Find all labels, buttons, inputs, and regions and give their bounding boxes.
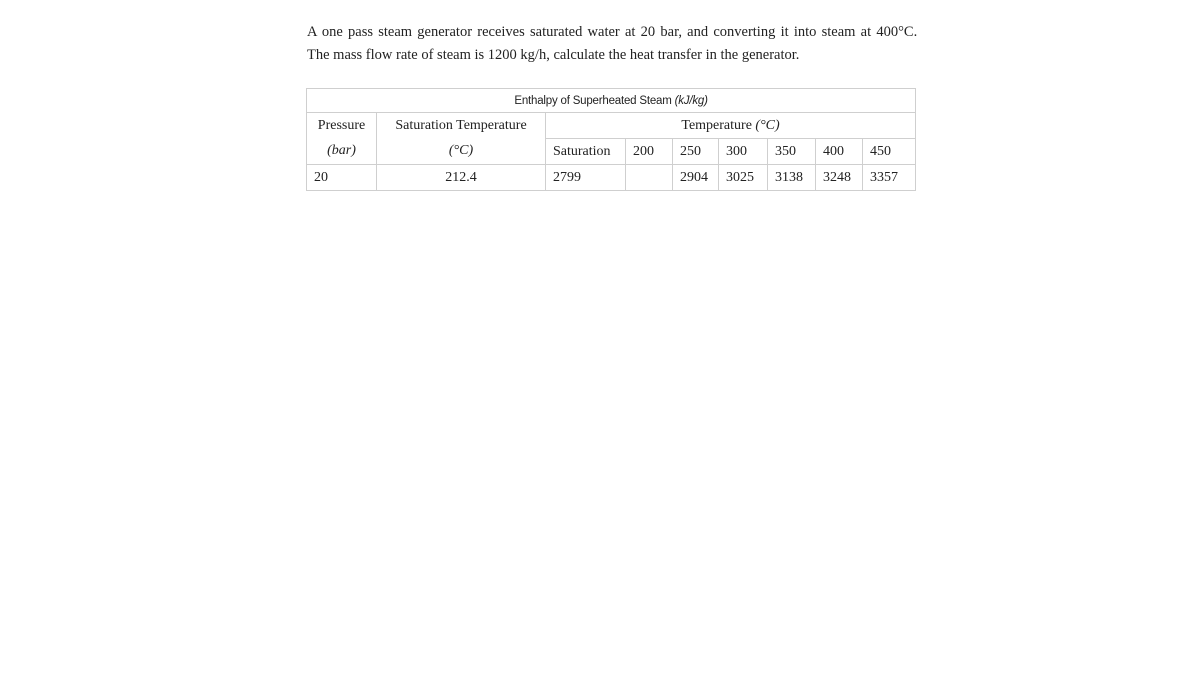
header-row-2: (bar) (°C) Saturation 200 250 300 350 40… bbox=[306, 138, 917, 165]
problem-line-1: A one pass steam generator receives satu… bbox=[307, 24, 918, 40]
header-temperature-group: Temperature (°C) bbox=[544, 112, 917, 139]
header-saturation-temperature: Saturation Temperature bbox=[376, 112, 546, 139]
cell-enthalpy-200 bbox=[625, 164, 673, 191]
cell-saturation-temperature: 212.4 bbox=[376, 164, 546, 191]
header-pressure: Pressure bbox=[306, 112, 377, 139]
problem-statement: A one pass steam generator receives satu… bbox=[307, 21, 927, 67]
cell-enthalpy-saturation: 2799 bbox=[545, 164, 626, 191]
table-caption-text: Enthalpy of Superheated Steam bbox=[514, 94, 672, 107]
header-col-250: 250 bbox=[672, 138, 719, 165]
cell-enthalpy-250: 2904 bbox=[672, 164, 719, 191]
header-col-350: 350 bbox=[767, 138, 816, 165]
table-row: 20 212.4 2799 2904 3025 3138 3248 3357 bbox=[306, 164, 917, 191]
superheated-steam-table: Enthalpy of Superheated Steam (kJ/kg) Pr… bbox=[305, 88, 917, 191]
header-row-1: Pressure Saturation Temperature Temperat… bbox=[306, 112, 917, 139]
header-col-300: 300 bbox=[718, 138, 768, 165]
table-caption-unit: (kJ/kg) bbox=[674, 94, 708, 107]
header-saturation-temperature-unit: (°C) bbox=[376, 138, 546, 165]
problem-line-2: The mass flow rate of steam is 1200 kg/h… bbox=[307, 47, 800, 63]
cell-enthalpy-400: 3248 bbox=[815, 164, 863, 191]
header-temperature-unit: (°C) bbox=[755, 117, 780, 133]
header-col-saturation: Saturation bbox=[545, 138, 626, 165]
header-col-400: 400 bbox=[815, 138, 863, 165]
cell-enthalpy-450: 3357 bbox=[861, 164, 917, 191]
table-caption-row: Enthalpy of Superheated Steam (kJ/kg) bbox=[305, 88, 917, 113]
cell-enthalpy-300: 3025 bbox=[718, 164, 768, 191]
header-pressure-unit: (bar) bbox=[306, 138, 377, 165]
table-caption: Enthalpy of Superheated Steam (kJ/kg) bbox=[305, 88, 917, 113]
header-temperature-label: Temperature bbox=[681, 117, 752, 133]
cell-enthalpy-350: 3138 bbox=[767, 164, 816, 191]
header-col-200: 200 bbox=[625, 138, 673, 165]
cell-pressure: 20 bbox=[306, 164, 377, 191]
header-col-450: 450 bbox=[861, 138, 917, 165]
